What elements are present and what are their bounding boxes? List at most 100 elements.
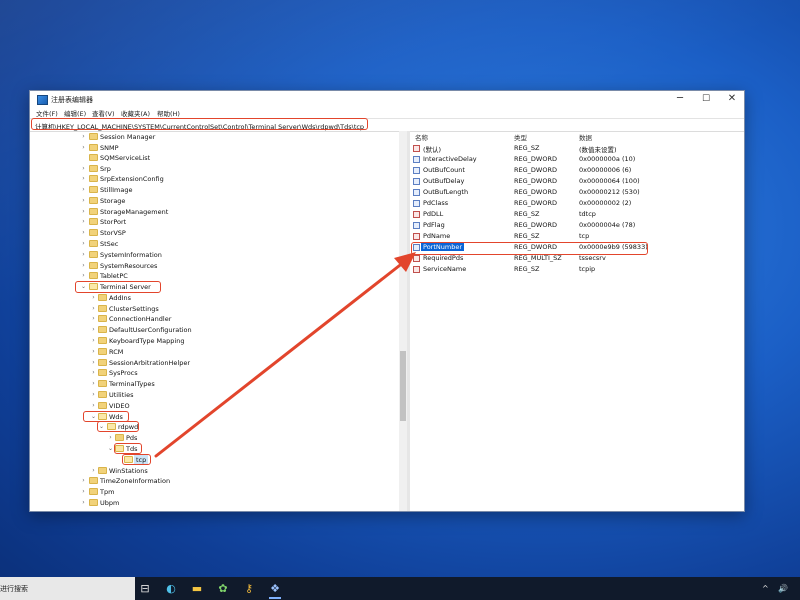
expand-arrow-icon[interactable]: › bbox=[107, 434, 114, 442]
column-header-type[interactable]: 类型 bbox=[514, 132, 527, 142]
value-name[interactable]: InteractiveDelay bbox=[423, 155, 477, 163]
expand-arrow-icon[interactable]: › bbox=[80, 197, 87, 205]
value-name[interactable]: OutBufLength bbox=[423, 188, 468, 196]
volume-icon[interactable]: 🔊 bbox=[778, 577, 788, 600]
tree-node-label[interactable]: SrpExtensionConfig bbox=[100, 174, 164, 184]
tree-node-label[interactable]: Ubpm bbox=[100, 498, 119, 508]
tree-node-label[interactable]: StorPort bbox=[100, 217, 126, 227]
expand-arrow-icon[interactable]: › bbox=[90, 467, 97, 475]
green-app-icon[interactable]: ✿ bbox=[211, 577, 235, 600]
expand-arrow-icon[interactable]: › bbox=[80, 175, 87, 183]
tree-node-label[interactable]: WinStations bbox=[109, 466, 148, 476]
edge-icon[interactable]: ◐ bbox=[159, 577, 183, 600]
tree-node-label[interactable]: SQMServiceList bbox=[100, 153, 150, 163]
tree-node-label[interactable]: TerminalTypes bbox=[109, 379, 155, 389]
expand-arrow-icon[interactable]: › bbox=[90, 294, 97, 302]
value-row-interactivedelay[interactable]: InteractiveDelay REG_DWORD 0x0000000a (10) bbox=[410, 154, 744, 165]
column-header-name[interactable]: 名称 bbox=[415, 132, 428, 142]
value-name[interactable]: PdClass bbox=[423, 199, 448, 207]
file-explorer-icon[interactable]: ▬ bbox=[185, 577, 209, 600]
taskbar-search-text[interactable]: 进行搜索 bbox=[0, 584, 28, 594]
value-row-default[interactable]: (默认) REG_SZ (数值未设置) bbox=[410, 143, 744, 154]
tree-node-label[interactable]: SessionArbitrationHelper bbox=[109, 358, 190, 368]
tree-node-label[interactable]: SystemResources bbox=[100, 261, 157, 271]
expand-arrow-icon[interactable]: › bbox=[80, 240, 87, 248]
tree-node-label[interactable]: KeyboardType Mapping bbox=[109, 336, 184, 346]
tree-node-label[interactable]: ConnectionHandler bbox=[109, 314, 171, 324]
expand-arrow-icon[interactable]: › bbox=[90, 391, 97, 399]
task-view-icon[interactable]: ⊟ bbox=[133, 577, 157, 600]
menu-file[interactable]: 文件(F) bbox=[36, 108, 58, 118]
value-row-outbuflength[interactable]: OutBufLength REG_DWORD 0x00000212 (530) bbox=[410, 187, 744, 198]
value-row-outbufdelay[interactable]: OutBufDelay REG_DWORD 0x00000064 (100) bbox=[410, 176, 744, 187]
expand-arrow-icon[interactable]: › bbox=[90, 359, 97, 367]
expand-arrow-icon[interactable]: › bbox=[90, 305, 97, 313]
tree-scrollbar-thumb[interactable] bbox=[400, 351, 406, 421]
tree-node-label[interactable]: Tpm bbox=[100, 487, 114, 497]
expand-arrow-icon[interactable]: › bbox=[80, 186, 87, 194]
title-bar[interactable]: 注册表编辑器 ─ ☐ ✕ bbox=[30, 91, 744, 107]
expand-arrow-icon[interactable]: › bbox=[90, 348, 97, 356]
tree-node-label[interactable]: DefaultUserConfiguration bbox=[109, 325, 192, 335]
expand-arrow-icon[interactable]: › bbox=[90, 369, 97, 377]
tree-node-label[interactable]: Pds bbox=[126, 433, 137, 443]
tree-node-label[interactable]: Storage bbox=[100, 196, 125, 206]
menu-view[interactable]: 查看(V) bbox=[92, 108, 115, 118]
value-name[interactable]: OutBufCount bbox=[423, 166, 465, 174]
menu-favorites[interactable]: 收藏夹(A) bbox=[121, 108, 150, 118]
maximize-button[interactable]: ☐ bbox=[692, 91, 720, 107]
tree-node-label[interactable]: StorVSP bbox=[100, 228, 126, 238]
value-name[interactable]: PdDLL bbox=[423, 210, 443, 218]
expand-arrow-icon[interactable]: › bbox=[80, 133, 87, 141]
column-header-data[interactable]: 数据 bbox=[579, 132, 592, 142]
value-row-pdname[interactable]: PdName REG_SZ tcp bbox=[410, 231, 744, 242]
expand-arrow-icon[interactable]: › bbox=[90, 315, 97, 323]
key-app-icon[interactable]: ⚷ bbox=[237, 577, 261, 600]
expand-arrow-icon[interactable]: › bbox=[80, 218, 87, 226]
tree-node-label[interactable]: TimeZoneInformation bbox=[100, 476, 170, 486]
close-button[interactable]: ✕ bbox=[718, 91, 746, 107]
expand-arrow-icon[interactable]: › bbox=[80, 144, 87, 152]
regedit-icon[interactable]: ❖ bbox=[263, 577, 287, 600]
tree-node-label[interactable]: SystemInformation bbox=[100, 250, 162, 260]
expand-arrow-icon[interactable]: › bbox=[80, 488, 87, 496]
value-name[interactable]: PdFlag bbox=[423, 221, 445, 229]
tree-node-label[interactable]: TabletPC bbox=[100, 271, 128, 281]
expand-arrow-icon[interactable]: › bbox=[80, 229, 87, 237]
expand-arrow-icon[interactable]: › bbox=[80, 165, 87, 173]
value-row-pddll[interactable]: PdDLL REG_SZ tdtcp bbox=[410, 209, 744, 220]
expand-arrow-icon[interactable]: › bbox=[80, 499, 87, 507]
tree-node-label[interactable]: VIDEO bbox=[109, 401, 130, 411]
value-row-pdclass[interactable]: PdClass REG_DWORD 0x00000002 (2) bbox=[410, 198, 744, 209]
expand-arrow-icon[interactable]: › bbox=[80, 272, 87, 280]
taskbar-search-box[interactable]: 进行搜索 bbox=[0, 577, 135, 600]
expand-arrow-icon[interactable]: › bbox=[80, 262, 87, 270]
expand-arrow-icon[interactable]: › bbox=[80, 251, 87, 259]
expand-arrow-icon[interactable]: › bbox=[90, 380, 97, 388]
minimize-button[interactable]: ─ bbox=[666, 91, 694, 107]
expand-arrow-icon[interactable]: › bbox=[80, 208, 87, 216]
tree-node-label[interactable]: SysProcs bbox=[109, 368, 138, 378]
expand-arrow-icon[interactable]: › bbox=[90, 337, 97, 345]
value-name[interactable]: PdName bbox=[423, 232, 450, 240]
tree-node-label[interactable]: RCM bbox=[109, 347, 123, 357]
value-row-outbufcount[interactable]: OutBufCount REG_DWORD 0x00000006 (6) bbox=[410, 165, 744, 176]
expand-arrow-icon[interactable]: › bbox=[90, 402, 97, 410]
tree-node-label[interactable]: Utilities bbox=[109, 390, 133, 400]
tree-node-label[interactable]: Srp bbox=[100, 164, 111, 174]
tree-node-label[interactable]: ClusterSettings bbox=[109, 304, 159, 314]
expand-arrow-icon[interactable]: › bbox=[80, 477, 87, 485]
tree-node-label[interactable]: StSec bbox=[100, 239, 118, 249]
tree-node-label[interactable]: StillImage bbox=[100, 185, 132, 195]
menu-edit[interactable]: 编辑(E) bbox=[64, 108, 86, 118]
value-name[interactable]: ServiceName bbox=[423, 265, 466, 273]
value-name[interactable]: RequiredPds bbox=[423, 254, 463, 262]
tree-node-label[interactable]: StorageManagement bbox=[100, 207, 168, 217]
tray-chevron-icon[interactable]: ^ bbox=[762, 577, 769, 600]
value-row-servicename[interactable]: ServiceName REG_SZ tcpip bbox=[410, 264, 744, 275]
tree-node-label[interactable]: SNMP bbox=[100, 143, 119, 153]
tree-scrollbar[interactable] bbox=[399, 131, 407, 511]
menu-help[interactable]: 帮助(H) bbox=[157, 108, 180, 118]
value-row-pdflag[interactable]: PdFlag REG_DWORD 0x0000004e (78) bbox=[410, 220, 744, 231]
value-name[interactable]: OutBufDelay bbox=[423, 177, 464, 185]
